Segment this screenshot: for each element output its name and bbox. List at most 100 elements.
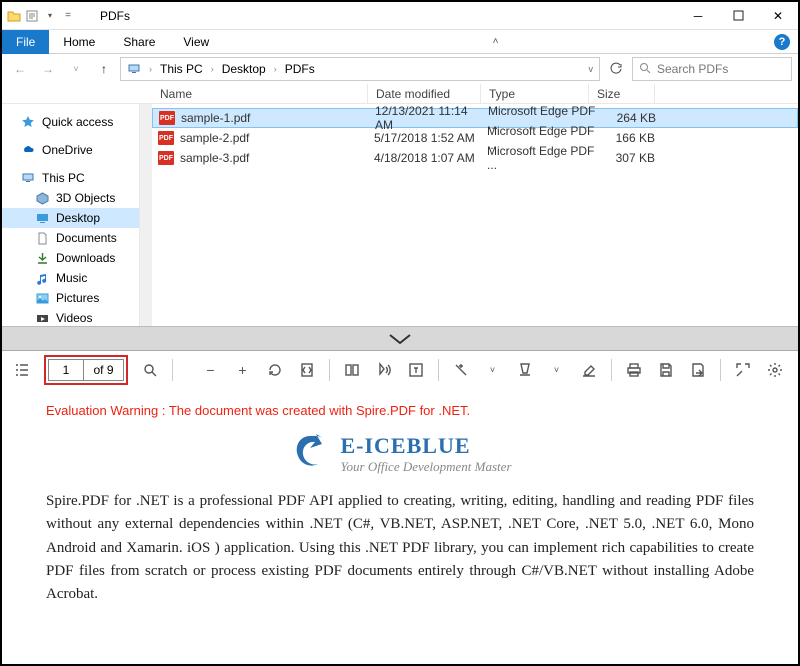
file-date: 12/13/2021 11:14 AM bbox=[375, 109, 488, 127]
breadcrumb-desktop[interactable]: Desktop bbox=[218, 58, 270, 80]
address-field[interactable]: › This PC › Desktop › PDFs v bbox=[120, 57, 600, 81]
chevron-down-icon bbox=[387, 332, 413, 346]
file-name: sample-3.pdf bbox=[180, 151, 249, 165]
forward-button[interactable]: → bbox=[36, 57, 60, 81]
add-text-icon[interactable] bbox=[406, 360, 426, 380]
page-view-icon[interactable] bbox=[342, 360, 362, 380]
evaluation-warning: Evaluation Warning : The document was cr… bbox=[46, 403, 754, 418]
fit-page-icon[interactable] bbox=[297, 360, 317, 380]
nav-label: Videos bbox=[56, 311, 92, 325]
column-size[interactable]: Size bbox=[589, 84, 655, 103]
viewer-toolbar: of 9 − + ˅ ˅ bbox=[2, 351, 798, 389]
tab-share[interactable]: Share bbox=[109, 30, 169, 54]
properties-icon[interactable] bbox=[24, 8, 40, 24]
save-as-icon[interactable] bbox=[688, 360, 708, 380]
nav-music[interactable]: Music bbox=[2, 268, 139, 288]
nav-label: 3D Objects bbox=[56, 191, 115, 205]
nav-3d-objects[interactable]: 3D Objects bbox=[2, 188, 139, 208]
nav-label: Documents bbox=[56, 231, 117, 245]
brand-tagline: Your Office Development Master bbox=[340, 459, 511, 475]
document-area: Evaluation Warning : The document was cr… bbox=[2, 389, 798, 620]
file-size: 307 KB bbox=[595, 148, 661, 168]
nav-label: Desktop bbox=[56, 211, 100, 225]
close-button[interactable]: ✕ bbox=[758, 2, 798, 30]
download-icon bbox=[34, 250, 50, 266]
highlight-dropdown-icon[interactable]: ˅ bbox=[547, 360, 567, 380]
pdf-icon: PDF bbox=[158, 151, 174, 165]
zoom-in-icon[interactable]: + bbox=[233, 360, 253, 380]
file-list: PDFsample-1.pdf 12/13/2021 11:14 AM Micr… bbox=[152, 104, 798, 326]
search-box[interactable]: Search PDFs bbox=[632, 57, 792, 81]
nav-quick-access[interactable]: Quick access bbox=[2, 112, 139, 132]
breadcrumb-current[interactable]: PDFs bbox=[281, 58, 319, 80]
column-date[interactable]: Date modified bbox=[368, 84, 481, 103]
erase-icon[interactable] bbox=[579, 360, 599, 380]
find-icon[interactable] bbox=[140, 360, 160, 380]
file-date: 4/18/2018 1:07 AM bbox=[374, 148, 487, 168]
help-button[interactable]: ? bbox=[774, 34, 790, 50]
draw-icon[interactable] bbox=[451, 360, 471, 380]
desktop-icon bbox=[34, 210, 50, 226]
print-icon[interactable] bbox=[624, 360, 644, 380]
folder-icon bbox=[6, 8, 22, 24]
nav-label: Quick access bbox=[42, 115, 113, 129]
navigation-pane: Quick access OneDrive This PC 3D Objects… bbox=[2, 104, 140, 326]
settings-icon[interactable] bbox=[765, 360, 785, 380]
refresh-button[interactable] bbox=[604, 57, 628, 81]
ribbon-expand-icon[interactable]: ˄ bbox=[493, 36, 499, 47]
pane-divider[interactable] bbox=[2, 326, 798, 350]
picture-icon bbox=[34, 290, 50, 306]
address-dropdown-icon[interactable]: v bbox=[585, 58, 598, 80]
brand-logo: E-ICEBLUE Your Office Development Master bbox=[46, 432, 754, 476]
maximize-button[interactable] bbox=[718, 2, 758, 30]
qat-dropdown-icon[interactable]: ▾ bbox=[42, 8, 58, 24]
nav-this-pc[interactable]: This PC bbox=[2, 168, 139, 188]
nav-documents[interactable]: Documents bbox=[2, 228, 139, 248]
pdf-icon: PDF bbox=[159, 111, 175, 125]
back-button[interactable]: ← bbox=[8, 57, 32, 81]
nav-onedrive[interactable]: OneDrive bbox=[2, 140, 139, 160]
nav-pictures[interactable]: Pictures bbox=[2, 288, 139, 308]
brand-name: E-ICEBLUE bbox=[340, 433, 511, 459]
nav-scrollbar[interactable] bbox=[140, 104, 152, 326]
file-row[interactable]: PDFsample-1.pdf 12/13/2021 11:14 AM Micr… bbox=[152, 108, 798, 128]
pc-icon bbox=[123, 58, 145, 80]
fullscreen-icon[interactable] bbox=[733, 360, 753, 380]
column-name[interactable]: Name bbox=[152, 84, 368, 103]
document-icon bbox=[34, 230, 50, 246]
tab-home[interactable]: Home bbox=[49, 30, 109, 54]
draw-dropdown-icon[interactable]: ˅ bbox=[483, 360, 503, 380]
read-aloud-icon[interactable] bbox=[374, 360, 394, 380]
file-row[interactable]: PDFsample-3.pdf 4/18/2018 1:07 AM Micros… bbox=[152, 148, 798, 168]
file-size: 166 KB bbox=[595, 128, 661, 148]
tab-file[interactable]: File bbox=[2, 30, 49, 54]
contents-icon[interactable] bbox=[12, 360, 32, 380]
breadcrumb-root[interactable]: This PC bbox=[156, 58, 207, 80]
recent-locations-icon[interactable]: ˅ bbox=[64, 57, 88, 81]
nav-videos[interactable]: Videos bbox=[2, 308, 139, 326]
file-size: 264 KB bbox=[596, 109, 662, 127]
tab-view[interactable]: View bbox=[169, 30, 223, 54]
nav-desktop[interactable]: Desktop bbox=[2, 208, 139, 228]
page-input[interactable] bbox=[48, 359, 84, 381]
qat-overflow-icon[interactable]: = bbox=[60, 8, 76, 24]
highlight-icon[interactable] bbox=[515, 360, 535, 380]
ribbon-tabs: File Home Share View ˄ ? bbox=[2, 30, 798, 54]
page-indicator: of 9 bbox=[44, 355, 128, 385]
file-row[interactable]: PDFsample-2.pdf 5/17/2018 1:52 AM Micros… bbox=[152, 128, 798, 148]
save-icon[interactable] bbox=[656, 360, 676, 380]
nav-label: Downloads bbox=[56, 251, 115, 265]
main-area: Quick access OneDrive This PC 3D Objects… bbox=[2, 104, 798, 326]
zoom-out-icon[interactable]: − bbox=[201, 360, 221, 380]
minimize-button[interactable]: ─ bbox=[678, 2, 718, 30]
nav-label: OneDrive bbox=[42, 143, 93, 157]
column-type[interactable]: Type bbox=[481, 84, 589, 103]
swirl-icon bbox=[288, 432, 332, 476]
nav-label: Pictures bbox=[56, 291, 99, 305]
music-icon bbox=[34, 270, 50, 286]
nav-downloads[interactable]: Downloads bbox=[2, 248, 139, 268]
file-name: sample-1.pdf bbox=[181, 111, 250, 125]
up-button[interactable]: ↑ bbox=[92, 57, 116, 81]
title-bar: ▾ = PDFs ─ ✕ bbox=[2, 2, 798, 30]
rotate-icon[interactable] bbox=[265, 360, 285, 380]
